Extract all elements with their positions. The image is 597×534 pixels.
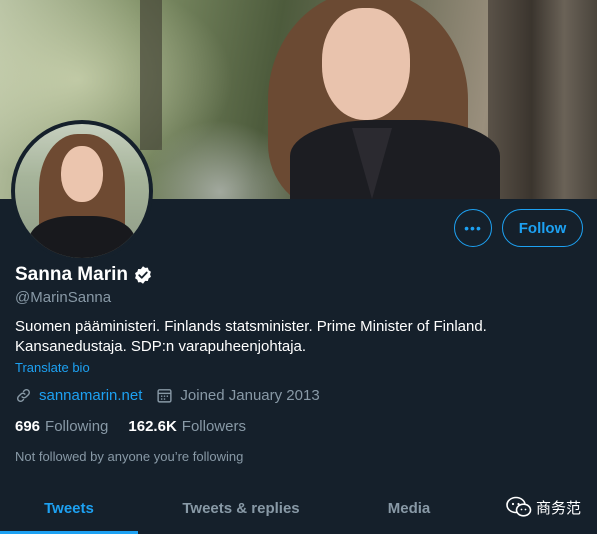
calendar-icon (157, 389, 172, 403)
watermark-text: 商务范 (536, 499, 582, 517)
more-dots-icon: ••• (464, 220, 482, 236)
following-link[interactable]: 696 Following (15, 418, 108, 435)
tab-media[interactable]: Media (350, 488, 468, 528)
joined-date: Joined January 2013 (180, 387, 320, 404)
link-icon (17, 389, 30, 402)
bio-line: Suomen pääministeri. Finlands statsminis… (15, 318, 487, 335)
tab-tweets-replies[interactable]: Tweets & replies (150, 488, 332, 528)
avatar-image (15, 124, 149, 258)
followers-link[interactable]: 162.6K Followers (128, 418, 246, 435)
profile-bio: Suomen pääministeri. Finlands statsminis… (15, 317, 575, 357)
watermark: 商务范 (506, 496, 581, 518)
profile-meta: sannamarin.net Joined January 2013 (15, 387, 320, 404)
profile-name-row: Sanna Marin (15, 264, 153, 286)
verified-badge-icon (135, 266, 151, 284)
profile-name: Sanna Marin (15, 264, 128, 285)
website-link[interactable]: sannamarin.net (39, 387, 142, 404)
follow-counts: 696 Following 162.6K Followers (15, 418, 266, 435)
not-followed-notice: Not followed by anyone you’re following (15, 449, 244, 464)
tab-tweets[interactable]: Tweets (0, 488, 138, 528)
followers-label: Followers (181, 418, 246, 435)
wechat-icon (506, 496, 532, 517)
bio-line: Kansanedustaja. SDP:n varapuheenjohtaja. (15, 338, 307, 355)
avatar[interactable] (11, 120, 153, 262)
followers-count: 162.6K (128, 418, 177, 435)
following-label: Following (45, 418, 109, 435)
following-count: 696 (15, 418, 41, 435)
translate-bio-link[interactable]: Translate bio (15, 360, 90, 375)
follow-button[interactable]: Follow (502, 209, 583, 247)
more-options-button[interactable]: ••• (454, 209, 492, 247)
profile-handle: @MarinSanna (15, 289, 112, 306)
